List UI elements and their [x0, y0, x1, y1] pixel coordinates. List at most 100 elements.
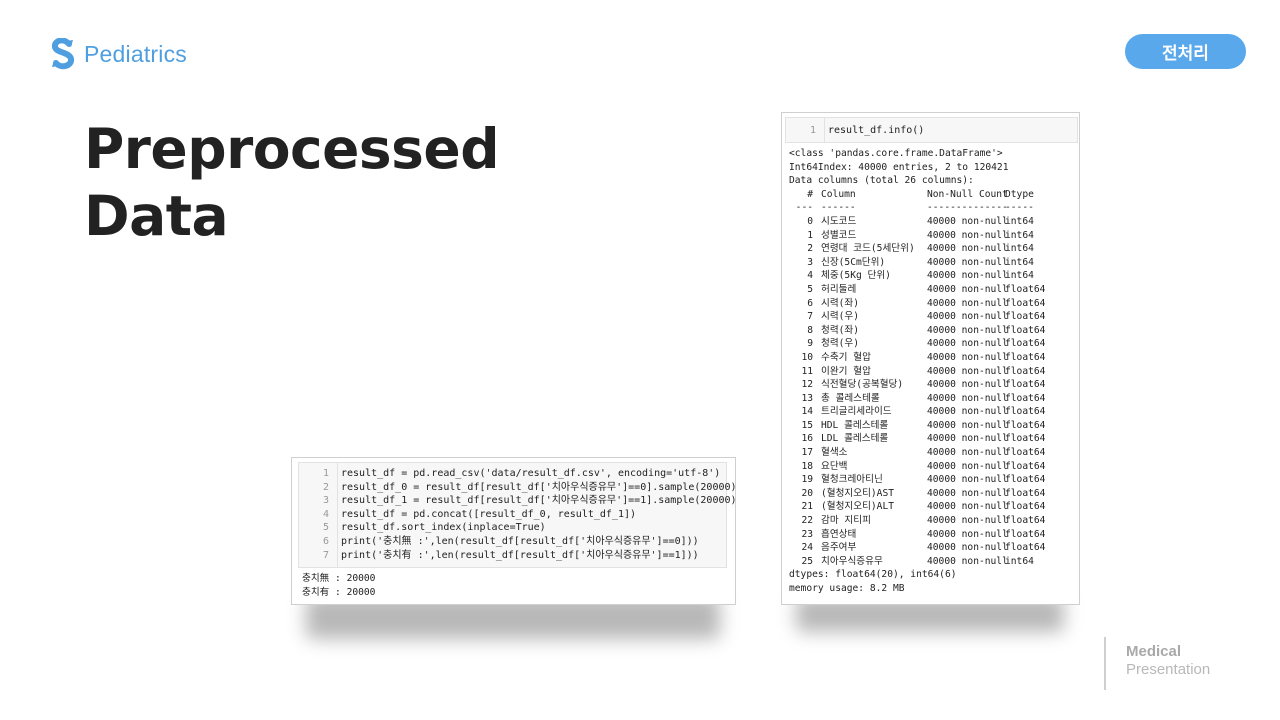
column-index: 11 — [801, 365, 813, 377]
line-number: 5 — [322, 522, 329, 534]
column-dtype: float64 — [1005, 406, 1046, 418]
column-name: 트리글리세라이드 — [821, 406, 892, 418]
column-count: 40000 non-null — [927, 256, 1008, 268]
column-dtype: int64 — [1005, 215, 1034, 227]
column-dtype: float64 — [1005, 419, 1046, 431]
column-count: Non-Null Count — [927, 188, 1008, 200]
info-row: 25 치아우식증유무 40000 non-null int64 — [789, 555, 1053, 569]
column-count: 40000 non-null — [927, 406, 1008, 418]
info-row: 2 연령대 코드(5세단위) 40000 non-null int64 — [789, 242, 1053, 256]
info-row: 3 신장(5Cm단위) 40000 non-null int64 — [789, 256, 1053, 270]
line-number: 4 — [322, 508, 329, 520]
code-text: print('충치無 :',len(result_df[result_df['치… — [341, 535, 699, 547]
column-index: 10 — [801, 351, 813, 363]
column-index: 13 — [801, 392, 813, 404]
column-count: 40000 non-null — [927, 379, 1008, 391]
column-count: 40000 non-null — [927, 283, 1008, 295]
column-index: 24 — [801, 542, 813, 554]
column-name: 흡연상태 — [821, 528, 857, 540]
column-name: 혈청크레아티닌 — [821, 474, 883, 486]
columns-separator-row: --- ------ -------------- ----- — [789, 201, 1053, 215]
column-index: 14 — [801, 406, 813, 418]
column-dtype: float64 — [1005, 515, 1046, 527]
info-row: 19 혈청크레아티닌 40000 non-null float64 — [789, 473, 1053, 487]
column-count: 40000 non-null — [927, 501, 1008, 513]
column-dtype: int64 — [1005, 229, 1034, 241]
column-count: 40000 non-null — [927, 270, 1008, 282]
info-row: 13 총 콜레스테롤 40000 non-null float64 — [789, 392, 1053, 406]
info-row: 14 트리글리세라이드 40000 non-null float64 — [789, 405, 1053, 419]
code-line: 4 result_df = pd.concat([result_df_0, res… — [299, 508, 726, 522]
code-text: result_df = pd.concat([result_df_0, resu… — [341, 508, 637, 520]
column-index: 6 — [807, 297, 813, 309]
code-lines: 1 result_df = pd.read_csv('data/result_df… — [299, 467, 737, 563]
column-dtype: float64 — [1005, 392, 1046, 404]
column-index: 3 — [807, 256, 813, 268]
column-index: 25 — [801, 555, 813, 567]
column-name: 시력(우) — [821, 311, 860, 323]
column-index: 8 — [807, 324, 813, 336]
column-name: HDL 콜레스테롤 — [821, 419, 889, 431]
column-index: 0 — [807, 215, 813, 227]
section-tag: 전처리 — [1125, 34, 1246, 69]
code-line: 5 result_df.sort_index(inplace=True) — [299, 521, 726, 535]
info-row: 8 청력(좌) 40000 non-null float64 — [789, 324, 1053, 338]
column-index: 2 — [807, 243, 813, 255]
info-row: 16 LDL 콜레스테롤 40000 non-null float64 — [789, 432, 1053, 446]
column-dtype: float64 — [1005, 528, 1046, 540]
column-count: 40000 non-null — [927, 433, 1008, 445]
info-row: 10 수축기 혈압 40000 non-null float64 — [789, 351, 1053, 365]
line-number: 1 — [322, 468, 329, 479]
column-count: 40000 non-null — [927, 365, 1008, 377]
info-row: 0 시도코드 40000 non-null int64 — [789, 215, 1053, 229]
line-number: 1 — [809, 125, 816, 136]
code-text: result_df.sort_index(inplace=True) — [341, 522, 546, 534]
column-dtype: float64 — [1005, 379, 1046, 391]
column-count: 40000 non-null — [927, 447, 1008, 459]
column-count: 40000 non-null — [927, 487, 1008, 499]
code-panel: 1 result_df = pd.read_csv('data/result_df… — [291, 457, 737, 605]
code-text: result_df_1 = result_df[result_df['치아우식증… — [341, 495, 737, 507]
column-dtype: float64 — [1005, 542, 1046, 554]
column-dtype: float64 — [1005, 351, 1046, 363]
info-row: 20 (혈청지오티)AST 40000 non-null float64 — [789, 487, 1053, 501]
page-title-line-1: Preprocessed — [84, 117, 500, 181]
column-index: 17 — [801, 447, 813, 459]
code-line: 1 result_df = pd.read_csv('data/result_df… — [299, 467, 726, 481]
column-name: LDL 콜레스테롤 — [821, 433, 889, 445]
column-name: 음주여부 — [821, 542, 857, 554]
column-count: 40000 non-null — [927, 229, 1008, 241]
code-cell: 1 result_df = pd.read_csv('data/result_df… — [298, 462, 737, 568]
info-row: 5 허리둘레 40000 non-null float64 — [789, 283, 1053, 297]
column-count: 40000 non-null — [927, 419, 1008, 431]
info-row: 15 HDL 콜레스테롤 40000 non-null float64 — [789, 419, 1053, 433]
column-index: 22 — [801, 515, 813, 527]
column-count: 40000 non-null — [927, 460, 1008, 472]
line-number: 6 — [322, 535, 329, 547]
column-count: -------------- — [927, 202, 1008, 214]
column-count: 40000 non-null — [927, 351, 1008, 363]
code-line: 2 result_df_0 = result_df[result_df['치아우식… — [299, 481, 737, 495]
column-index: 7 — [807, 311, 813, 323]
line-number: 2 — [322, 481, 329, 493]
output-line: Int64Index: 40000 entries, 2 to 120421 — [789, 161, 1009, 173]
column-count: 40000 non-null — [927, 474, 1008, 486]
info-row: 4 체중(5Kg 단위) 40000 non-null int64 — [789, 269, 1053, 283]
column-name: 청력(우) — [821, 338, 860, 350]
column-index: --- — [795, 202, 813, 214]
column-index: 12 — [801, 379, 813, 391]
line-number: 3 — [322, 495, 329, 507]
column-name: 신장(5Cm단위) — [821, 256, 886, 268]
column-name: 연령대 코드(5세단위) — [821, 243, 915, 255]
column-dtype: float64 — [1005, 365, 1046, 377]
column-index: 1 — [807, 229, 813, 241]
info-row: 9 청력(우) 40000 non-null float64 — [789, 337, 1053, 351]
column-dtype: float64 — [1005, 311, 1046, 323]
column-name: 수축기 혈압 — [821, 351, 871, 363]
code-line: 7 print('충치有 :',len(result_df[result_df['… — [299, 549, 726, 563]
column-count: 40000 non-null — [927, 392, 1008, 404]
column-index: 4 — [807, 270, 813, 282]
footer: Medical Presentation — [1104, 637, 1210, 690]
column-count: 40000 non-null — [927, 311, 1008, 323]
column-index: 21 — [801, 501, 813, 513]
